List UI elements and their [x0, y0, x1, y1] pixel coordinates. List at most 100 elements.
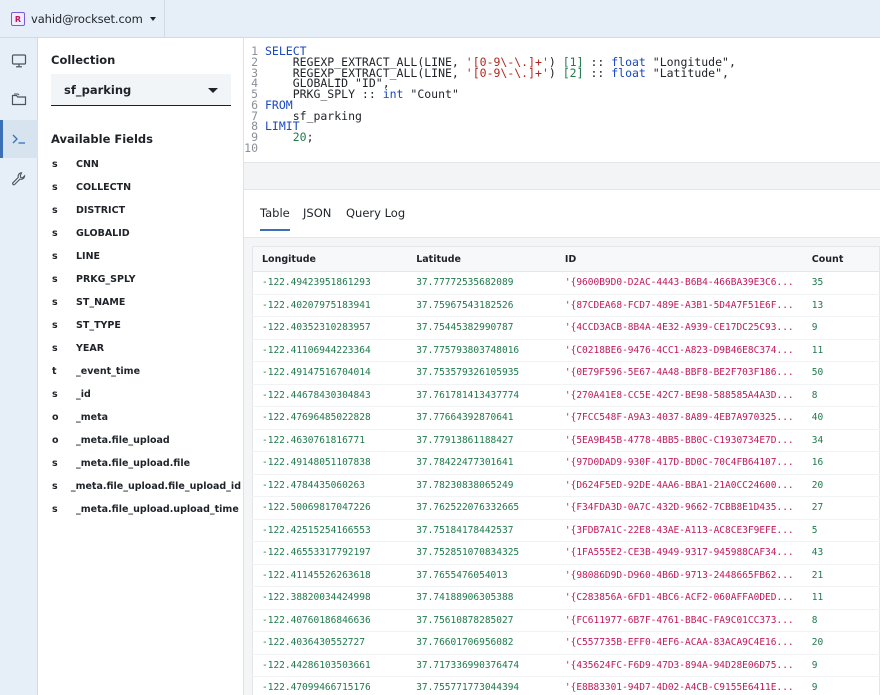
- table-row[interactable]: -122.47099466715176 37.755771773044394 '{E…: [252, 676, 880, 695]
- column-header-id[interactable]: ID: [555, 246, 803, 272]
- table-row[interactable]: -122.44678430304843 37.761781413437774 '{2…: [252, 384, 880, 407]
- account-email: vahid@rockset.com: [31, 12, 143, 26]
- field-name: LINE: [76, 251, 101, 262]
- field-list: s CNN s COLLECTN s DISTRICT s GLOBALID s LINE s PRK…: [51, 153, 241, 521]
- table-row[interactable]: -122.40352310283957 37.75445382990787 '{4C…: [252, 316, 880, 340]
- field-item[interactable]: s PRKG_SPLY: [51, 268, 241, 291]
- field-item[interactable]: s YEAR: [51, 337, 241, 360]
- table-row[interactable]: -122.40207975183941 37.75967543182526 '{87…: [252, 294, 880, 317]
- tab-table[interactable]: Table: [260, 206, 290, 231]
- field-item[interactable]: s _meta.file_upload.file_upload_id: [51, 475, 241, 498]
- field-item[interactable]: s _meta.file_upload.upload_time: [51, 498, 241, 521]
- cell-longitude: -122.40352310283957: [252, 316, 408, 340]
- rail-item-query-editor[interactable]: [0, 120, 38, 158]
- field-type: s: [52, 297, 58, 308]
- rail-item-collections[interactable]: [0, 80, 38, 118]
- table-row[interactable]: -122.49148051107838 37.78422477301641 '{97…: [252, 451, 880, 475]
- field-item[interactable]: o _meta: [51, 406, 241, 429]
- sql-editor[interactable]: 1 SELECT 2 REGEXP_EXTRACT_ALL(LINE, '[0-9\…: [244, 38, 880, 162]
- cell-longitude: -122.38820034424998: [252, 586, 408, 610]
- code-token: "Count": [403, 87, 459, 101]
- tab-json[interactable]: JSON: [303, 206, 331, 229]
- table-row[interactable]: -122.38820034424998 37.74188906305388 '{C2…: [252, 586, 880, 610]
- cell-count: 43: [802, 541, 880, 565]
- field-type: s: [52, 251, 58, 262]
- cell-id: '{3FDB7A1C-22E8-43AE-A113-AC8CE3F9EFE...: [555, 519, 803, 542]
- field-item[interactable]: s CNN: [51, 153, 241, 176]
- account-switcher[interactable]: R vahid@rockset.com: [0, 0, 165, 38]
- cell-latitude: 37.74188906305388: [407, 586, 556, 610]
- field-item[interactable]: s _meta.file_upload.file: [51, 452, 241, 475]
- table-header-row: Longitude Latitude ID Count: [252, 246, 880, 272]
- code-token: int: [382, 87, 404, 101]
- table-row[interactable]: -122.42515254166553 37.75184178442537 '{3F…: [252, 519, 880, 542]
- cell-id: '{D624F5ED-92DE-4AA6-BBA1-21A0CC24600...: [555, 474, 803, 497]
- field-item[interactable]: t _event_time: [51, 360, 241, 383]
- field-item[interactable]: s LINE: [51, 245, 241, 268]
- collection-select-value: sf_parking: [64, 83, 132, 97]
- rail-item-integrations[interactable]: [0, 160, 38, 198]
- cell-id: '{4CCD3ACB-8B4A-4E32-A939-CE17DC25C93...: [555, 316, 803, 340]
- field-type: o: [52, 435, 59, 446]
- cell-count: 34: [802, 429, 880, 452]
- field-item[interactable]: s ST_NAME: [51, 291, 241, 314]
- table-row[interactable]: -122.46553317792197 37.752851070834325 '{1…: [252, 541, 880, 565]
- terminal-icon: [12, 134, 25, 144]
- field-item[interactable]: s _id: [51, 383, 241, 406]
- code-token: [2]: [562, 65, 584, 80]
- cell-id: '{7FCC548F-A9A3-4037-8A89-4EB7A970325...: [555, 406, 803, 430]
- field-item[interactable]: s GLOBALID: [51, 222, 241, 245]
- cell-latitude: 37.76601706956082: [407, 631, 556, 655]
- cell-latitude: 37.78422477301641: [407, 451, 556, 475]
- field-item[interactable]: s ST_TYPE: [51, 314, 241, 337]
- column-header-longitude[interactable]: Longitude: [252, 246, 408, 272]
- cell-count: 9: [802, 676, 880, 695]
- code-token: ): [548, 65, 563, 80]
- cell-longitude: -122.44286103503661: [252, 654, 408, 677]
- cell-count: 8: [802, 609, 880, 632]
- table-row[interactable]: -122.49423951861293 37.77772535682089 '{96…: [252, 271, 880, 295]
- cell-id: '{FC611977-6B7F-4761-BB4C-FA9C01CC373...: [555, 609, 803, 632]
- cell-count: 27: [802, 496, 880, 520]
- table-row[interactable]: -122.50069817047226 37.762522076332665 '{F…: [252, 496, 880, 520]
- table-row[interactable]: -122.44286103503661 37.717336990376474 '{4…: [252, 654, 880, 677]
- monitor-icon: [11, 54, 27, 68]
- rail-item-monitor[interactable]: [0, 42, 38, 80]
- field-name: ST_TYPE: [76, 320, 121, 331]
- cell-longitude: -122.4036430552727: [252, 631, 408, 655]
- cell-count: 13: [802, 294, 880, 317]
- collection-select[interactable]: sf_parking: [51, 74, 231, 106]
- cell-latitude: 37.762522076332665: [407, 496, 556, 520]
- field-item[interactable]: o _meta.file_upload: [51, 429, 241, 452]
- field-item[interactable]: s COLLECTN: [51, 176, 241, 199]
- table-row[interactable]: -122.41145526263618 37.7655476054013 '{980…: [252, 564, 880, 587]
- table-row[interactable]: -122.47696485022828 37.77664392870641 '{7F…: [252, 406, 880, 430]
- field-type: s: [52, 274, 58, 285]
- collection-panel: Collection sf_parking Available Fields s…: [38, 38, 244, 695]
- table-row[interactable]: -122.49147516704014 37.753579326105935 '{0…: [252, 361, 880, 385]
- tab-query-log[interactable]: Query Log: [346, 206, 405, 229]
- code-line: 5 PRKG_SPLY :: int "Count": [244, 87, 880, 101]
- table-row[interactable]: -122.40760186846636 37.75610878285027 '{FC…: [252, 609, 880, 632]
- result-tabs: Table JSON Query Log: [244, 190, 880, 238]
- field-item[interactable]: s DISTRICT: [51, 199, 241, 222]
- field-type: s: [52, 504, 58, 515]
- cell-longitude: -122.49148051107838: [252, 451, 408, 475]
- cell-latitude: 37.75184178442537: [407, 519, 556, 542]
- cell-latitude: 37.77664392870641: [407, 406, 556, 430]
- cell-latitude: 37.75610878285027: [407, 609, 556, 632]
- field-type: s: [52, 228, 58, 239]
- cell-count: 16: [802, 451, 880, 475]
- column-header-latitude[interactable]: Latitude: [407, 246, 556, 272]
- cell-count: 20: [802, 474, 880, 497]
- cell-longitude: -122.4630761816771: [252, 429, 408, 452]
- results-area: Longitude Latitude ID Count -122.4942395…: [244, 238, 880, 695]
- table-row[interactable]: -122.4036430552727 37.76601706956082 '{C55…: [252, 631, 880, 655]
- table-row[interactable]: -122.4630761816771 37.77913861188427 '{5EA…: [252, 429, 880, 452]
- cell-id: '{1FA555E2-CE3B-4949-9317-945988CAF34...: [555, 541, 803, 565]
- column-header-count[interactable]: Count: [802, 246, 880, 272]
- table-row[interactable]: -122.4784435060263 37.78230838065249 '{D62…: [252, 474, 880, 497]
- code-token: '[0-9\-\.]+': [465, 65, 549, 80]
- cell-count: 11: [802, 586, 880, 610]
- table-row[interactable]: -122.41106944223364 37.775793803748016 '{C…: [252, 339, 880, 362]
